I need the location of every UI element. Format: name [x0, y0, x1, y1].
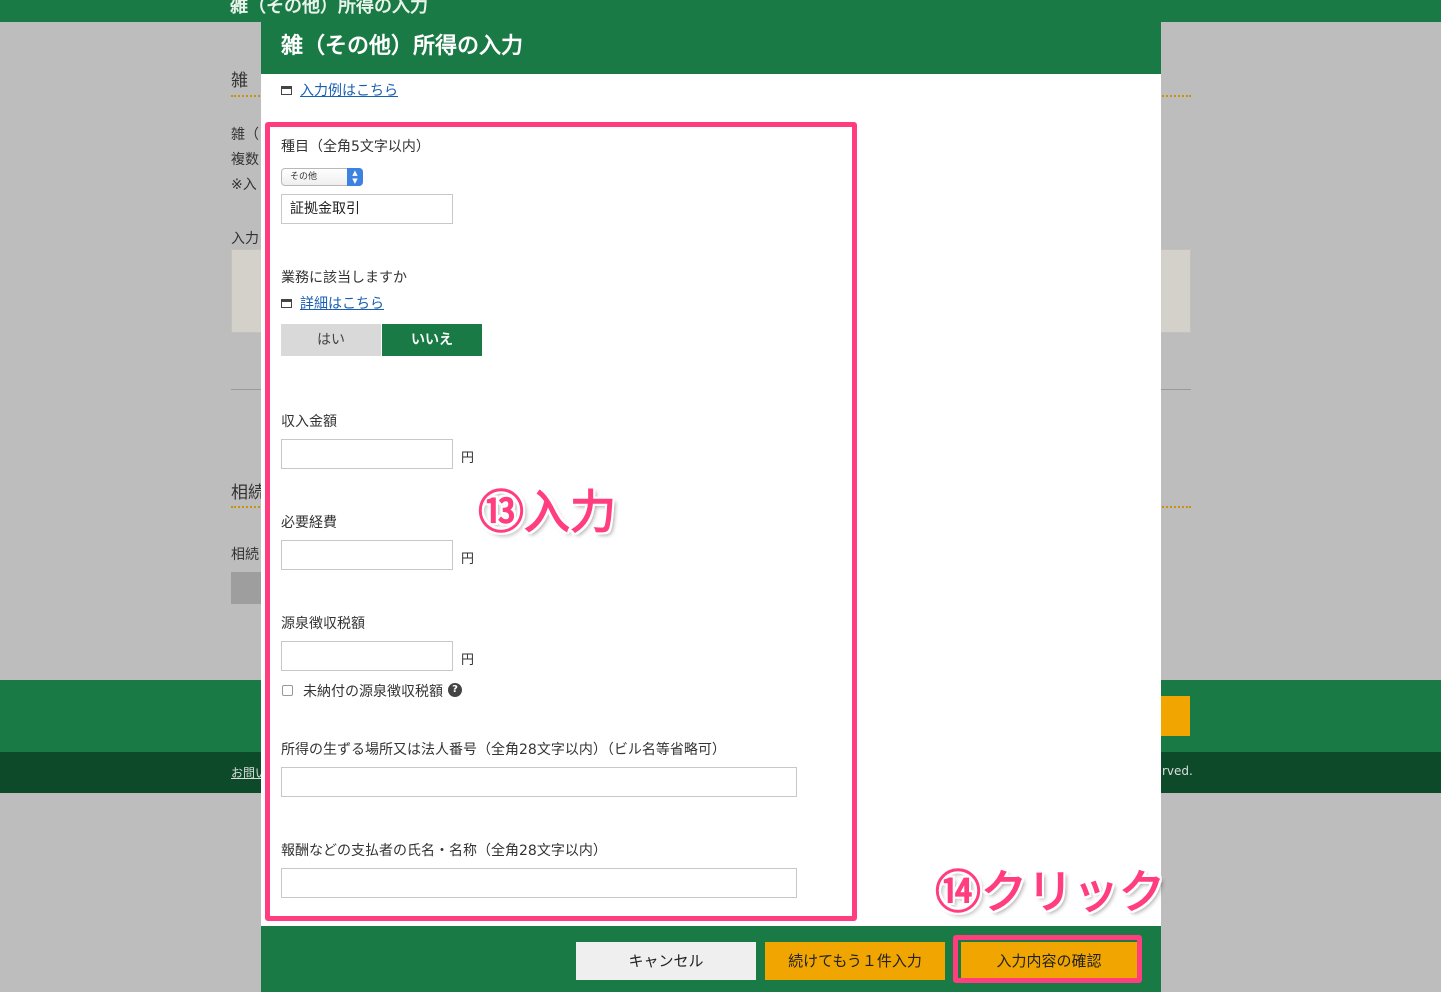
background-text-line: 相続	[231, 547, 259, 563]
add-another-button[interactable]: 続けてもう１件入力	[765, 942, 945, 980]
background-subheading: 入力	[231, 231, 259, 247]
background-text-line: 複数	[231, 152, 259, 168]
background-copyright: rved.	[1162, 764, 1193, 778]
background-button	[231, 572, 265, 604]
cancel-button[interactable]: キャンセル	[576, 942, 756, 980]
background-text-line: 雑（	[231, 127, 259, 143]
step-13-annotation: ⑬入力	[478, 485, 616, 539]
new-window-icon	[281, 85, 292, 95]
dialog-header: 雑（その他）所得の入力	[261, 14, 1161, 74]
step-14-annotation: ⑭クリック	[935, 865, 1165, 919]
example-link-row[interactable]: 入力例はこちら	[281, 80, 398, 100]
example-link[interactable]: 入力例はこちら	[300, 80, 398, 100]
background-button	[1160, 696, 1190, 736]
dialog-title: 雑（その他）所得の入力	[281, 34, 524, 59]
confirm-button-highlight	[953, 935, 1142, 983]
background-text-line: ※入	[231, 177, 257, 193]
